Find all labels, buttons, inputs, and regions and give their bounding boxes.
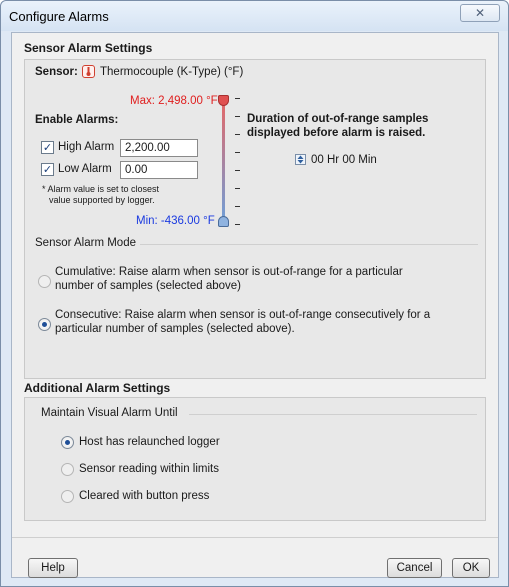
thermometer-icon <box>82 65 95 78</box>
low-alarm-checkbox[interactable]: ✓ <box>41 163 54 176</box>
close-button[interactable]: ✕ <box>460 4 500 22</box>
max-value-label: Max: 2,498.00 °F <box>130 95 218 107</box>
sensor-name: Thermocouple (K-Type) (°F) <box>100 66 244 78</box>
group-divider <box>189 414 477 415</box>
consecutive-option-line2[interactable]: particular number of samples (selected a… <box>55 322 295 336</box>
cumulative-option-line1[interactable]: Cumulative: Raise alarm when sensor is o… <box>55 265 403 279</box>
sensor-label: Sensor: <box>35 66 78 78</box>
min-value-label: Min: -436.00 °F <box>136 215 215 227</box>
cancel-button[interactable]: Cancel <box>387 558 442 578</box>
dialog-body: Sensor Alarm Settings Sensor: Thermocoup… <box>11 32 499 578</box>
footer-divider <box>12 537 498 538</box>
slider-tick <box>235 98 240 99</box>
configure-alarms-window: Configure Alarms ✕ Sensor Alarm Settings… <box>0 0 509 587</box>
sensor-within-limits-label[interactable]: Sensor reading within limits <box>79 462 219 476</box>
additional-alarm-panel: Maintain Visual Alarm Until Host has rel… <box>24 397 486 521</box>
alarm-note-line2: value supported by logger. <box>49 195 155 205</box>
slider-tick <box>235 188 240 189</box>
slider-tick <box>235 134 240 135</box>
additional-alarm-settings-title: Additional Alarm Settings <box>24 381 171 395</box>
sensor-alarm-settings-title: Sensor Alarm Settings <box>24 41 153 55</box>
duration-value[interactable]: 00 Hr 00 Min <box>311 154 377 166</box>
consecutive-radio[interactable] <box>38 318 51 331</box>
low-alarm-handle[interactable] <box>218 216 229 227</box>
close-icon: ✕ <box>474 6 486 20</box>
ok-button[interactable]: OK <box>452 558 490 578</box>
slider-tick <box>235 224 240 225</box>
spinner-arrows-icon <box>297 155 304 164</box>
window-title: Configure Alarms <box>9 9 109 24</box>
low-alarm-input[interactable]: 0.00 <box>120 161 198 179</box>
duration-label-line2: displayed before alarm is raised. <box>247 127 426 139</box>
high-alarm-handle[interactable] <box>218 95 229 106</box>
high-alarm-checkbox[interactable]: ✓ <box>41 141 54 154</box>
duration-spinner[interactable] <box>295 154 306 165</box>
help-button[interactable]: Help <box>28 558 78 578</box>
slider-tick <box>235 170 240 171</box>
high-alarm-label: High Alarm <box>58 141 115 153</box>
slider-tick <box>235 206 240 207</box>
alarm-mode-title: Sensor Alarm Mode <box>35 237 136 249</box>
slider-tick <box>235 152 240 153</box>
enable-alarms-label: Enable Alarms: <box>35 114 119 126</box>
sensor-alarm-panel: Sensor: Thermocouple (K-Type) (°F) Max: … <box>24 59 486 379</box>
duration-label-line1: Duration of out-of-range samples <box>247 113 429 125</box>
cumulative-option-line2[interactable]: number of samples (selected above) <box>55 279 241 293</box>
cleared-button-press-radio[interactable] <box>61 490 74 503</box>
sensor-within-limits-radio[interactable] <box>61 463 74 476</box>
host-relaunched-label[interactable]: Host has relaunched logger <box>79 435 220 449</box>
alarm-note-line1: * Alarm value is set to closest <box>42 184 160 194</box>
maintain-visual-alarm-title: Maintain Visual Alarm Until <box>41 407 178 419</box>
group-divider <box>140 244 478 245</box>
title-bar[interactable]: Configure Alarms ✕ <box>1 1 508 31</box>
consecutive-option-line1[interactable]: Consecutive: Raise alarm when sensor is … <box>55 308 430 322</box>
slider-tick <box>235 116 240 117</box>
cumulative-radio[interactable] <box>38 275 51 288</box>
cleared-button-press-label[interactable]: Cleared with button press <box>79 489 209 503</box>
host-relaunched-radio[interactable] <box>61 436 74 449</box>
low-alarm-label: Low Alarm <box>58 163 112 175</box>
slider-track <box>222 101 225 222</box>
high-alarm-input[interactable]: 2,200.00 <box>120 139 198 157</box>
